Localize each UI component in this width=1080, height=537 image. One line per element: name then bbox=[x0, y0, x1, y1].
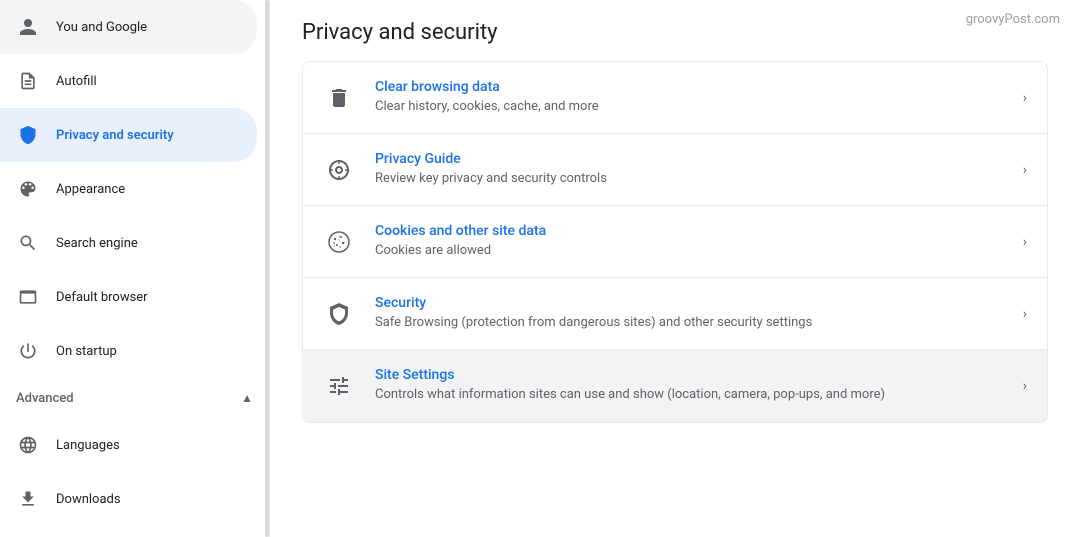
page-title: Privacy and security bbox=[302, 20, 1048, 45]
settings-item-cookies[interactable]: Cookies and other site data Cookies are … bbox=[303, 206, 1047, 278]
settings-item-security[interactable]: Security Safe Browsing (protection from … bbox=[303, 278, 1047, 350]
palette-icon bbox=[16, 177, 40, 201]
cookie-icon bbox=[323, 226, 355, 258]
sidebar-item-downloads[interactable]: Downloads bbox=[0, 472, 257, 526]
trash-icon bbox=[323, 82, 355, 114]
search-icon bbox=[16, 231, 40, 255]
sidebar-item-search-engine[interactable]: Search engine bbox=[0, 216, 257, 270]
sidebar-item-on-startup[interactable]: On startup bbox=[0, 324, 257, 378]
sidebar-item-privacy-label: Privacy and security bbox=[56, 128, 174, 143]
sidebar-item-search-engine-label: Search engine bbox=[56, 236, 138, 251]
advanced-section-header[interactable]: Advanced ▲ bbox=[0, 378, 269, 418]
settings-item-privacy-guide-title: Privacy Guide bbox=[375, 151, 1011, 167]
sidebar-item-autofill-label: Autofill bbox=[56, 74, 97, 89]
settings-item-privacy-guide[interactable]: Privacy Guide Review key privacy and sec… bbox=[303, 134, 1047, 206]
settings-item-security-desc: Safe Browsing (protection from dangerous… bbox=[375, 314, 1011, 332]
sidebar-item-privacy-and-security[interactable]: Privacy and security bbox=[0, 108, 257, 162]
globe-icon bbox=[16, 433, 40, 457]
settings-item-site-settings-content: Site Settings Controls what information … bbox=[375, 367, 1011, 404]
settings-item-privacy-guide-desc: Review key privacy and security controls bbox=[375, 170, 1011, 188]
sliders-icon bbox=[323, 370, 355, 402]
settings-item-security-content: Security Safe Browsing (protection from … bbox=[375, 295, 1011, 332]
watermark: groovyPost.com bbox=[966, 12, 1060, 27]
power-icon bbox=[16, 339, 40, 363]
settings-item-clear-browsing-data-content: Clear browsing data Clear history, cooki… bbox=[375, 79, 1011, 116]
settings-item-site-settings[interactable]: Site Settings Controls what information … bbox=[303, 350, 1047, 422]
chevron-right-icon-1: › bbox=[1023, 162, 1027, 178]
sidebar-item-appearance[interactable]: Appearance bbox=[0, 162, 257, 216]
settings-item-cookies-desc: Cookies are allowed bbox=[375, 242, 1011, 260]
sidebar: You and Google Autofill Privacy and secu… bbox=[0, 0, 270, 537]
settings-item-clear-browsing-data-desc: Clear history, cookies, cache, and more bbox=[375, 98, 1011, 116]
settings-item-cookies-content: Cookies and other site data Cookies are … bbox=[375, 223, 1011, 260]
security-shield-icon bbox=[323, 298, 355, 330]
chevron-up-icon: ▲ bbox=[241, 391, 253, 405]
settings-item-site-settings-desc: Controls what information sites can use … bbox=[375, 386, 1011, 404]
sidebar-scrollbar bbox=[265, 0, 269, 537]
download-icon bbox=[16, 487, 40, 511]
advanced-label: Advanced bbox=[16, 391, 241, 406]
settings-item-site-settings-title: Site Settings bbox=[375, 367, 1011, 383]
autofill-icon bbox=[16, 69, 40, 93]
chevron-right-icon-3: › bbox=[1023, 306, 1027, 322]
settings-item-clear-browsing-data[interactable]: Clear browsing data Clear history, cooki… bbox=[303, 62, 1047, 134]
settings-item-security-title: Security bbox=[375, 295, 1011, 311]
sidebar-item-you-and-google[interactable]: You and Google bbox=[0, 0, 257, 54]
target-icon bbox=[323, 154, 355, 186]
sidebar-item-default-browser[interactable]: Default browser bbox=[0, 270, 257, 324]
browser-icon bbox=[16, 285, 40, 309]
sidebar-item-you-and-google-label: You and Google bbox=[56, 20, 147, 35]
settings-item-clear-browsing-data-title: Clear browsing data bbox=[375, 79, 1011, 95]
shield-blue-icon bbox=[16, 123, 40, 147]
sidebar-item-on-startup-label: On startup bbox=[56, 344, 117, 359]
sidebar-item-languages-label: Languages bbox=[56, 438, 120, 453]
person-icon bbox=[16, 15, 40, 39]
settings-item-privacy-guide-content: Privacy Guide Review key privacy and sec… bbox=[375, 151, 1011, 188]
settings-list: Clear browsing data Clear history, cooki… bbox=[302, 61, 1048, 423]
sidebar-item-autofill[interactable]: Autofill bbox=[0, 54, 257, 108]
chevron-right-icon-0: › bbox=[1023, 90, 1027, 106]
settings-item-cookies-title: Cookies and other site data bbox=[375, 223, 1011, 239]
sidebar-item-downloads-label: Downloads bbox=[56, 492, 121, 507]
chevron-right-icon-2: › bbox=[1023, 234, 1027, 250]
main-content: groovyPost.com Privacy and security Clea… bbox=[270, 0, 1080, 537]
sidebar-item-languages[interactable]: Languages bbox=[0, 418, 257, 472]
sidebar-item-default-browser-label: Default browser bbox=[56, 290, 148, 305]
sidebar-item-appearance-label: Appearance bbox=[56, 182, 125, 197]
chevron-right-icon-4: › bbox=[1023, 378, 1027, 394]
